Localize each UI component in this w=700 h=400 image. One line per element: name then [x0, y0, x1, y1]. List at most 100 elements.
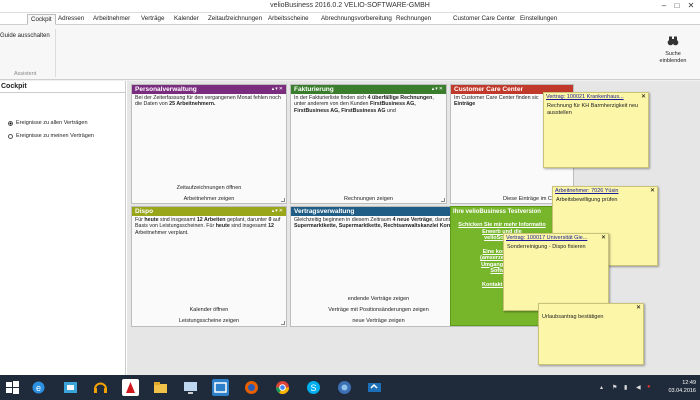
radio-button-checked[interactable]	[8, 120, 13, 126]
link-leistungsscheine-zeigen[interactable]: Leistungsscheine zeigen	[132, 318, 286, 324]
clock-date: 03.04.2016	[668, 388, 696, 394]
link-neue-vertraege-zeigen[interactable]: neue Verträge zeigen	[291, 318, 466, 324]
svg-text:S: S	[310, 383, 316, 393]
card-text: In der Fakturierliste finden sich 4 über…	[294, 95, 434, 114]
card-dispo: Dispo ▴▾✕ Für heute sind insgesamt 12 Ar…	[131, 206, 287, 327]
card-controls-icon[interactable]: ▴▾✕	[432, 86, 444, 93]
monitor-icon[interactable]	[182, 379, 199, 396]
card-text: Für heute sind insgesamt 12 Arbeiten gep…	[135, 217, 281, 236]
globe-icon[interactable]	[336, 379, 353, 396]
guide-toggle-button[interactable]: Guide ausschalten	[0, 33, 50, 39]
link-arbeitnehmer-zeigen[interactable]: Arbeitnehmer zeigen	[132, 196, 286, 202]
tab-customer-care-center[interactable]: Customer Care Center	[450, 14, 518, 25]
link-rechnungen-zeigen[interactable]: Rechnungen zeigen	[291, 196, 446, 202]
tray-volume-icon[interactable]: ◀	[636, 384, 641, 391]
note-body: Urlaubsantrag bestätigen	[542, 314, 604, 320]
card-title: Ihre velioBusiness Testversion	[453, 209, 541, 215]
left-panel-title: Cockpit	[1, 83, 27, 90]
search-label-2: einblenden	[659, 58, 687, 64]
svg-text:e: e	[36, 383, 41, 393]
windows-start-icon[interactable]	[4, 379, 21, 396]
note-header: Vertrag: 100017 Universität Gie... ✕	[504, 234, 608, 242]
card-fakturierung: Fakturierung ▴▾✕ In der Fakturierliste f…	[290, 84, 447, 204]
close-icon[interactable]: ✕	[641, 93, 646, 100]
store-icon[interactable]	[62, 379, 79, 396]
note-title[interactable]: Arbeitnehmer: 7026 Yüsin	[555, 188, 619, 194]
network-icon[interactable]	[212, 379, 229, 396]
tab-abrechnungsvorbereitung[interactable]: Abrechnungsvorbereitung	[318, 14, 395, 25]
tab-vertraege[interactable]: Verträge	[138, 14, 167, 25]
tab-zeitaufzeichnungen[interactable]: Zeitaufzeichnungen	[205, 14, 265, 25]
left-panel-divider	[0, 92, 126, 93]
title-bar: velioBusiness 2016.0.2 VELIO-SOFTWARE-GM…	[0, 0, 700, 13]
card-title: Dispo	[135, 208, 154, 215]
resize-handle[interactable]	[281, 198, 285, 202]
left-panel: Cockpit Ereignisse zu allen Verträgen Er…	[0, 81, 126, 375]
internet-explorer-icon[interactable]: e	[30, 379, 47, 396]
chrome-icon[interactable]	[274, 379, 291, 396]
note-header: Vertrag: 100021 Krankenhaus... ✕	[544, 93, 648, 101]
sticky-note[interactable]: ✕ Urlaubsantrag bestätigen	[538, 303, 644, 365]
tab-rechnungen[interactable]: Rechnungen	[393, 14, 434, 25]
note-body: Arbeitsbewilligung prüfen	[556, 197, 618, 203]
note-header: Arbeitnehmer: 7026 Yüsin ✕	[553, 187, 657, 195]
tab-cockpit[interactable]: Cockpit	[27, 14, 56, 25]
tab-kalender[interactable]: Kalender	[171, 14, 202, 25]
window-title: velioBusiness 2016.0.2 VELIO-SOFTWARE-GM…	[270, 2, 430, 9]
tray-flag-icon[interactable]: ⚑	[612, 384, 617, 391]
card-controls-icon[interactable]: ▴▾✕	[272, 208, 284, 215]
ribbon-panel: Guide ausschalten Assistent Suche einble…	[0, 25, 700, 80]
tray-arrow-icon[interactable]: ▴	[600, 384, 603, 391]
close-icon[interactable]: ✕	[601, 234, 606, 241]
radio-all-contracts[interactable]: Ereignisse zu allen Verträgen	[8, 120, 88, 126]
card-title: Fakturierung	[294, 86, 334, 93]
note-body: Rechnung für KH Barmherzigkeit neu ausst…	[547, 103, 639, 116]
note-body: Sonderreinigung - Dispo fixieren	[507, 244, 586, 250]
card-controls-icon[interactable]: ▴▾✕	[272, 86, 284, 93]
sticky-note[interactable]: Vertrag: 100021 Krankenhaus... ✕ Rechnung…	[543, 92, 649, 168]
tab-einstellungen[interactable]: Einstellungen	[517, 14, 560, 25]
card-header: Dispo ▴▾✕	[132, 207, 286, 216]
search-toggle-button[interactable]: Suche einblenden	[658, 35, 688, 65]
card-header: Personalverwaltung ▴▾✕	[132, 85, 286, 94]
tab-adressen[interactable]: Adressen	[55, 14, 87, 25]
card-title: Personalverwaltung	[135, 86, 197, 93]
explorer-folder-icon[interactable]	[152, 379, 169, 396]
minimize-button[interactable]: –	[658, 1, 670, 10]
radio-my-contracts[interactable]: Ereignisse zu meinen Verträgen	[8, 133, 94, 139]
tray-shield-icon[interactable]: ●	[647, 384, 651, 390]
card-text: Bei der Zeiterfassung für den vergangene…	[135, 95, 281, 108]
link-endende-vertraege-zeigen[interactable]: endende Verträge zeigen	[291, 296, 466, 302]
tray-network-icon[interactable]: ▮	[624, 384, 627, 391]
note-title[interactable]: Vertrag: 100017 Universität Gie...	[506, 235, 587, 241]
radio-label: Ereignisse zu meinen Verträgen	[16, 133, 94, 139]
link-more-info[interactable]: Schicken Sie mir mehr Informatio	[451, 222, 553, 229]
radio-button[interactable]	[8, 133, 13, 139]
adobe-icon[interactable]	[122, 379, 139, 396]
link-kalender-oeffnen[interactable]: Kalender öffnen	[132, 307, 286, 313]
skype-icon[interactable]: S	[305, 379, 322, 396]
close-icon[interactable]: ✕	[650, 187, 655, 194]
tab-arbeitsscheine[interactable]: Arbeitsscheine	[265, 14, 312, 25]
ribbon-tabs: Cockpit Adressen Arbeitnehmer Verträge K…	[0, 13, 700, 25]
remote-icon[interactable]	[366, 379, 383, 396]
close-button[interactable]: ✕	[685, 1, 697, 10]
headphones-icon[interactable]	[92, 379, 109, 396]
clock-time: 12:49	[682, 380, 696, 386]
link-positionsaenderungen-zeigen[interactable]: Verträge mit Positionsänderungen zeigen	[291, 307, 466, 313]
maximize-button[interactable]: □	[671, 1, 683, 10]
resize-handle[interactable]	[441, 198, 445, 202]
firefox-icon[interactable]	[243, 379, 260, 396]
sticky-note[interactable]: Vertrag: 100017 Universität Gie... ✕ Sond…	[503, 233, 609, 311]
close-icon[interactable]: ✕	[636, 304, 641, 311]
tab-arbeitnehmer[interactable]: Arbeitnehmer	[90, 14, 133, 25]
search-label-1: Suche	[665, 51, 681, 57]
link-zeitaufzeichnungen-oeffnen[interactable]: Zeitaufzeichnungen öffnen	[132, 185, 286, 191]
card-title: Vertragsverwaltung	[294, 208, 355, 215]
note-title[interactable]: Vertrag: 100021 Krankenhaus...	[546, 94, 624, 100]
radio-label: Ereignisse zu allen Verträgen	[16, 120, 88, 126]
taskbar-clock[interactable]: 12:49 03.04.2016	[668, 379, 696, 395]
resize-handle[interactable]	[281, 321, 285, 325]
card-personalverwaltung: Personalverwaltung ▴▾✕ Bei der Zeiterfas…	[131, 84, 287, 204]
group-label-assistent: Assistent	[14, 71, 37, 77]
